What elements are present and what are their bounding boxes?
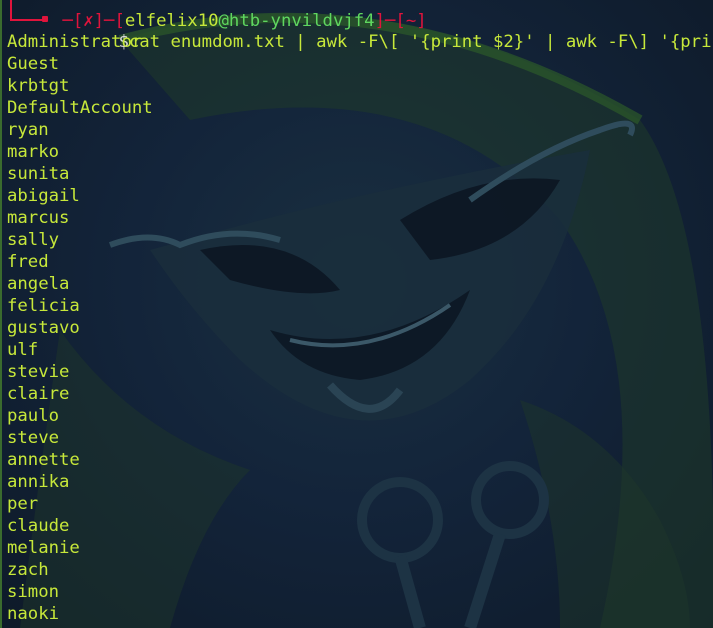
output-line: gustavo	[7, 318, 80, 338]
output-line: marko	[7, 142, 60, 162]
output-line: naoki	[7, 604, 60, 624]
terminal-window[interactable]: ─[✗]─[elfelix10@htb-ynvildvjf4]─[~] $cat…	[0, 0, 713, 628]
output-line: claire	[7, 384, 70, 404]
prompt-corner-horizontal	[10, 19, 44, 21]
output-line: stevie	[7, 362, 70, 382]
output-line: melanie	[7, 538, 80, 558]
output-line: ryan	[7, 120, 49, 140]
output-line: krbtgt	[7, 76, 70, 96]
output-line: annika	[7, 472, 70, 492]
output-line: sunita	[7, 164, 70, 184]
output-line: abigail	[7, 186, 80, 206]
output-line: sally	[7, 230, 60, 250]
output-line: paulo	[7, 406, 60, 426]
output-line: marcus	[7, 208, 70, 228]
left-border	[0, 0, 2, 628]
prompt-arrow-icon	[42, 16, 48, 22]
output-line: claude	[7, 516, 70, 536]
output-line: DefaultAccount	[7, 98, 153, 118]
command-line[interactable]: $cat enumdom.txt | awk -F\[ '{print $2}'…	[56, 9, 713, 75]
prompt-corner-vertical	[10, 0, 12, 20]
output-line: steve	[7, 428, 60, 448]
output-line: per	[7, 494, 39, 514]
output-line: annette	[7, 450, 80, 470]
output-line: fred	[7, 252, 49, 272]
output-line: Administrator	[7, 32, 143, 52]
output-line: felicia	[7, 296, 80, 316]
command-text[interactable]: cat enumdom.txt | awk -F\[ '{print $2}' …	[129, 32, 713, 52]
output-line: ulf	[7, 340, 39, 360]
output-line: angela	[7, 274, 70, 294]
output-line: zach	[7, 560, 49, 580]
output-line: simon	[7, 582, 60, 602]
command-output: Administrator Guest krbtgt DefaultAccoun…	[7, 31, 153, 625]
output-line: Guest	[7, 54, 60, 74]
